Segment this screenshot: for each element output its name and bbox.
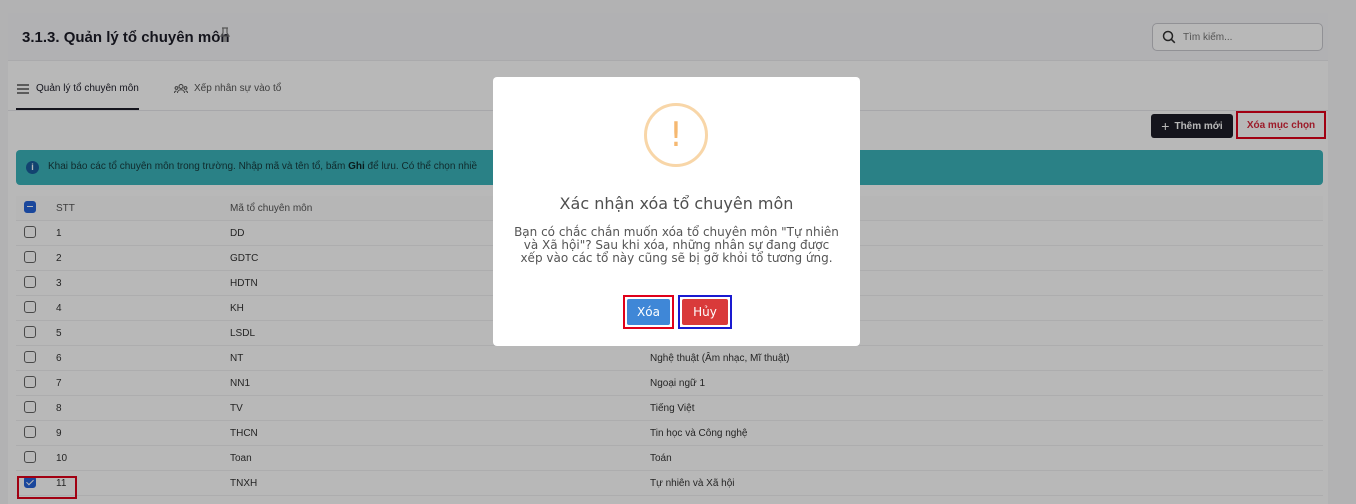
- confirm-delete-dialog: ! Xác nhận xóa tổ chuyên môn Bạn có chắc…: [493, 77, 860, 346]
- dialog-message: Bạn có chắc chắn muốn xóa tổ chuyên môn …: [514, 225, 839, 265]
- confirm-delete-button[interactable]: Xóa: [623, 295, 674, 329]
- dialog-title: Xác nhận xóa tổ chuyên môn: [559, 194, 794, 213]
- cancel-button[interactable]: Hủy: [678, 295, 732, 329]
- dialog-buttons: Xóa Hủy: [623, 295, 733, 329]
- page: 3.1.3. Quản lý tổ chuyên môn Quản lý tổ …: [0, 0, 1356, 504]
- warning-icon: !: [644, 103, 708, 167]
